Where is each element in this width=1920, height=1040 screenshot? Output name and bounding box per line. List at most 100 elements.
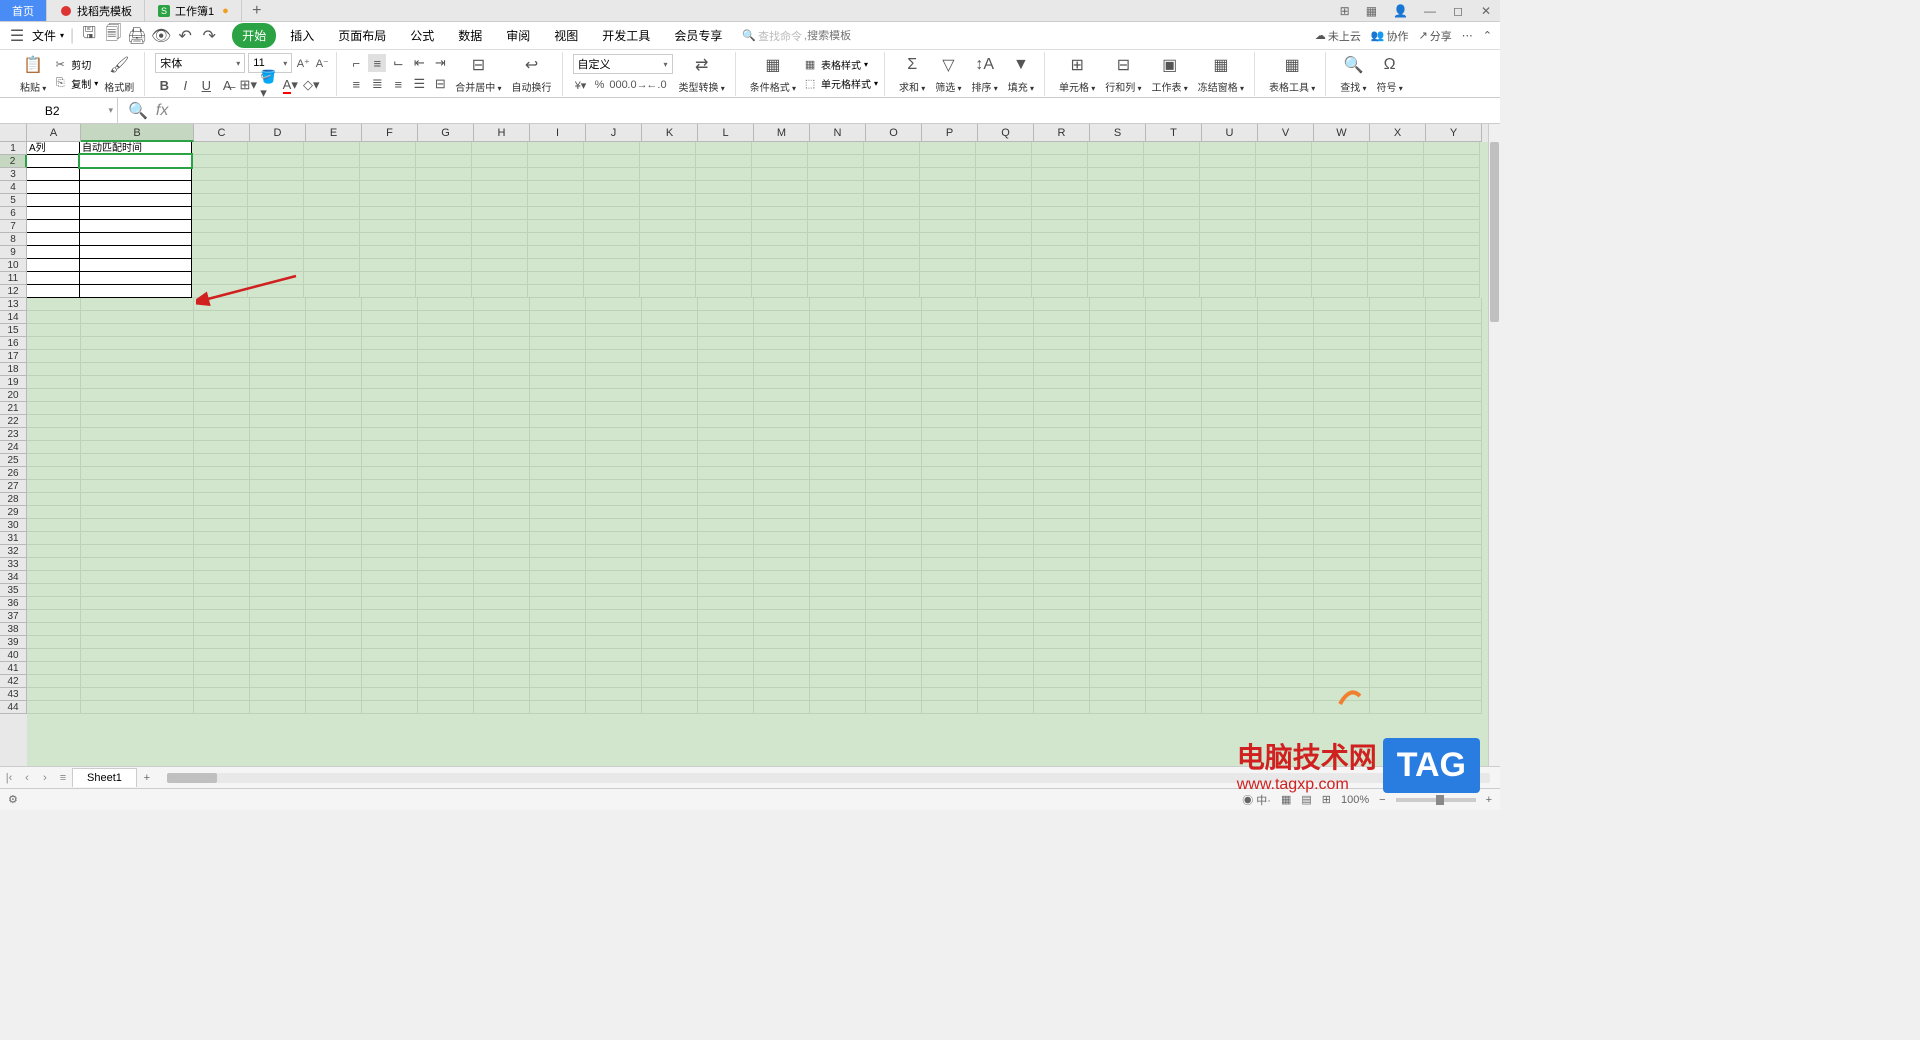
cell-C23[interactable] bbox=[194, 428, 250, 441]
cell-N27[interactable] bbox=[810, 480, 866, 493]
cell-B5[interactable] bbox=[79, 193, 192, 207]
cell-N37[interactable] bbox=[810, 610, 866, 623]
cell-N14[interactable] bbox=[810, 311, 866, 324]
decrease-font-icon[interactable]: A⁻ bbox=[314, 55, 330, 71]
cell-O22[interactable] bbox=[866, 415, 922, 428]
type-convert-button[interactable]: ⇄类型转换 bbox=[675, 53, 729, 94]
cloud-status[interactable]: ☁ 未上云 bbox=[1315, 28, 1361, 44]
cell-U34[interactable] bbox=[1202, 571, 1258, 584]
cell-K36[interactable] bbox=[642, 597, 698, 610]
cell-A15[interactable] bbox=[27, 324, 81, 337]
cell-Y42[interactable] bbox=[1426, 675, 1482, 688]
cell-A26[interactable] bbox=[27, 467, 81, 480]
sheet-prev-icon[interactable]: ‹ bbox=[18, 772, 36, 784]
row-header-25[interactable]: 25 bbox=[0, 454, 27, 467]
cell-O33[interactable] bbox=[866, 558, 922, 571]
cell-V35[interactable] bbox=[1258, 584, 1314, 597]
col-header-I[interactable]: I bbox=[530, 124, 586, 142]
cell-T44[interactable] bbox=[1146, 701, 1202, 714]
cell-U5[interactable] bbox=[1200, 194, 1256, 207]
filter-button[interactable]: ▽筛选 bbox=[931, 53, 965, 94]
cell-E20[interactable] bbox=[306, 389, 362, 402]
cell-K41[interactable] bbox=[642, 662, 698, 675]
cell-S39[interactable] bbox=[1090, 636, 1146, 649]
cell-T13[interactable] bbox=[1146, 298, 1202, 311]
row-header-8[interactable]: 8 bbox=[0, 233, 27, 246]
cell-T2[interactable] bbox=[1144, 155, 1200, 168]
cell-M30[interactable] bbox=[754, 519, 810, 532]
cell-I12[interactable] bbox=[528, 285, 584, 298]
cell-S34[interactable] bbox=[1090, 571, 1146, 584]
cell-K19[interactable] bbox=[642, 376, 698, 389]
align-left-icon[interactable]: ≡ bbox=[347, 75, 365, 93]
cell-H14[interactable] bbox=[474, 311, 530, 324]
cell-S21[interactable] bbox=[1090, 402, 1146, 415]
cell-A22[interactable] bbox=[27, 415, 81, 428]
cell-P19[interactable] bbox=[922, 376, 978, 389]
cell-X24[interactable] bbox=[1370, 441, 1426, 454]
cell-W37[interactable] bbox=[1314, 610, 1370, 623]
cell-C26[interactable] bbox=[194, 467, 250, 480]
cell-E18[interactable] bbox=[306, 363, 362, 376]
cell-P31[interactable] bbox=[922, 532, 978, 545]
cell-S40[interactable] bbox=[1090, 649, 1146, 662]
cell-O37[interactable] bbox=[866, 610, 922, 623]
tab-developer[interactable]: 开发工具 bbox=[592, 23, 660, 48]
table-style-button[interactable]: ▦表格样式▾ bbox=[802, 56, 878, 72]
cell-J25[interactable] bbox=[586, 454, 642, 467]
cell-P6[interactable] bbox=[920, 207, 976, 220]
cell-N19[interactable] bbox=[810, 376, 866, 389]
cell-W28[interactable] bbox=[1314, 493, 1370, 506]
cell-J24[interactable] bbox=[586, 441, 642, 454]
tab-templates[interactable]: 找稻壳模板 bbox=[47, 0, 145, 21]
cell-Y43[interactable] bbox=[1426, 688, 1482, 701]
cell-R15[interactable] bbox=[1034, 324, 1090, 337]
cell-M39[interactable] bbox=[754, 636, 810, 649]
cell-H34[interactable] bbox=[474, 571, 530, 584]
rowcol-button[interactable]: ⊟行和列 bbox=[1101, 53, 1145, 94]
cell-P39[interactable] bbox=[922, 636, 978, 649]
cell-T3[interactable] bbox=[1144, 168, 1200, 181]
cell-C30[interactable] bbox=[194, 519, 250, 532]
col-header-X[interactable]: X bbox=[1370, 124, 1426, 142]
cell-Q18[interactable] bbox=[978, 363, 1034, 376]
cell-T19[interactable] bbox=[1146, 376, 1202, 389]
view-page-icon[interactable]: ▤ bbox=[1301, 793, 1311, 806]
cell-H5[interactable] bbox=[472, 194, 528, 207]
cell-U8[interactable] bbox=[1200, 233, 1256, 246]
cell-A41[interactable] bbox=[27, 662, 81, 675]
cell-H10[interactable] bbox=[472, 259, 528, 272]
cell-Q25[interactable] bbox=[978, 454, 1034, 467]
cell-R1[interactable] bbox=[1032, 142, 1088, 155]
percent-icon[interactable]: % bbox=[592, 77, 608, 93]
cell-N9[interactable] bbox=[808, 246, 864, 259]
cell-V39[interactable] bbox=[1258, 636, 1314, 649]
cell-A3[interactable] bbox=[26, 167, 80, 181]
tab-insert[interactable]: 插入 bbox=[280, 23, 324, 48]
layout-icon[interactable]: ⊞ bbox=[1336, 4, 1354, 18]
cell-W18[interactable] bbox=[1314, 363, 1370, 376]
cell-E27[interactable] bbox=[306, 480, 362, 493]
cell-F37[interactable] bbox=[362, 610, 418, 623]
cell-P16[interactable] bbox=[922, 337, 978, 350]
cell-L18[interactable] bbox=[698, 363, 754, 376]
cell-X44[interactable] bbox=[1370, 701, 1426, 714]
cell-H28[interactable] bbox=[474, 493, 530, 506]
cell-E22[interactable] bbox=[306, 415, 362, 428]
cell-J34[interactable] bbox=[586, 571, 642, 584]
cell-J44[interactable] bbox=[586, 701, 642, 714]
cell-Y38[interactable] bbox=[1426, 623, 1482, 636]
cell-T17[interactable] bbox=[1146, 350, 1202, 363]
cell-X17[interactable] bbox=[1370, 350, 1426, 363]
cell-L5[interactable] bbox=[696, 194, 752, 207]
cell-M13[interactable] bbox=[754, 298, 810, 311]
font-color-icon[interactable]: A▾ bbox=[281, 76, 299, 94]
row-header-22[interactable]: 22 bbox=[0, 415, 27, 428]
cell-C24[interactable] bbox=[194, 441, 250, 454]
cell-F7[interactable] bbox=[360, 220, 416, 233]
cell-D41[interactable] bbox=[250, 662, 306, 675]
cell-C21[interactable] bbox=[194, 402, 250, 415]
paste-button[interactable]: 📋粘贴 bbox=[16, 53, 50, 94]
command-search[interactable]: 🔍 查找命令, bbox=[742, 28, 927, 44]
cell-M28[interactable] bbox=[754, 493, 810, 506]
